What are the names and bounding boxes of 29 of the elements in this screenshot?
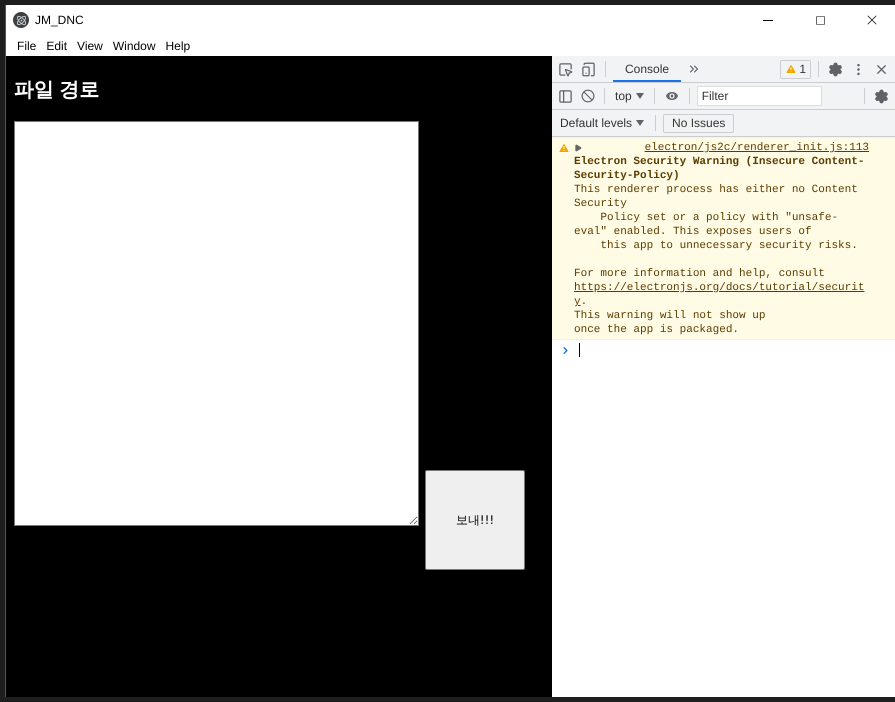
device-icon[interactable]: [579, 60, 598, 78]
menu-item[interactable]: Help: [160, 38, 196, 52]
send-button[interactable]: 보내!!!: [425, 470, 525, 570]
expand-triangle-icon[interactable]: [574, 144, 582, 152]
context-dropdown[interactable]: top: [612, 89, 647, 103]
warning-note: This warning will not show up once the app is packaged.: [574, 309, 766, 337]
warning-icon: [558, 142, 570, 154]
menu-item[interactable]: File: [12, 38, 42, 52]
clear-console-icon[interactable]: [579, 87, 597, 105]
caret-down-icon: [636, 93, 644, 99]
file-path-field[interactable]: [14, 121, 419, 526]
menu-item[interactable]: View: [72, 38, 108, 52]
menu-item[interactable]: Window: [108, 38, 161, 52]
settings-icon[interactable]: [826, 60, 845, 78]
warning-title: Electron Security Warning (Insecure Content- Security-Policy): [574, 155, 864, 183]
filter-field[interactable]: Filter: [696, 86, 822, 106]
settings-icon[interactable]: [872, 86, 891, 106]
source-link[interactable]: electron/js2c/renderer_init.js:113: [644, 141, 869, 155]
log-levels-dropdown[interactable]: Default levels: [556, 116, 648, 130]
app-logo-icon: [13, 12, 29, 28]
warning-count-badge[interactable]: 1: [780, 60, 811, 78]
issues-button[interactable]: No Issues: [663, 114, 734, 132]
menu-item[interactable]: Edit: [41, 38, 72, 52]
window-title: JM_DNC: [35, 13, 85, 27]
caret-down-icon: [636, 120, 644, 126]
text-cursor: [579, 343, 580, 357]
docs-link[interactable]: https://electronjs.org/docs/tutorial/securit y.: [574, 281, 864, 309]
page-heading: 파일 경로: [14, 78, 100, 103]
maximize-icon: [814, 14, 826, 26]
